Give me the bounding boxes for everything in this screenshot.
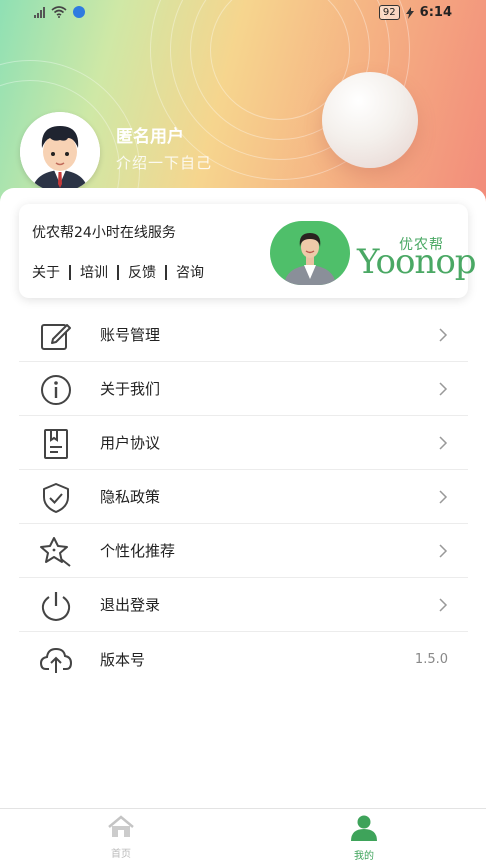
service-links: 关于 培训 反馈 咨询 <box>32 262 204 282</box>
service-card[interactable]: 优农帮24小时在线服务 关于 培训 反馈 咨询 优农帮 Yoonop <box>19 204 477 298</box>
menu-label: 退出登录 <box>100 596 161 614</box>
link-about[interactable]: 关于 <box>32 262 60 282</box>
status-icons <box>34 6 85 18</box>
version-value: 1.5.0 <box>414 651 448 667</box>
menu-item-personalized[interactable]: 个性化推荐 <box>19 524 468 578</box>
home-icon <box>108 815 134 837</box>
tab-label: 首页 <box>111 849 131 860</box>
user-name[interactable]: 匿名用户 <box>116 122 184 147</box>
battery-indicator: 92 <box>378 5 400 20</box>
menu-label: 个性化推荐 <box>100 542 176 560</box>
divider <box>69 264 71 280</box>
document-icon <box>44 429 68 459</box>
menu-item-version: 版本号 1.5.0 <box>19 632 468 686</box>
menu-label: 关于我们 <box>100 380 161 398</box>
divider <box>117 264 119 280</box>
charging-icon <box>405 6 414 19</box>
menu-label: 隐私政策 <box>100 488 161 506</box>
clock: 6:14 <box>419 5 452 20</box>
edit-icon <box>41 324 71 350</box>
signal-icon <box>34 6 45 18</box>
status-bar: 92 6:14 <box>0 0 486 28</box>
menu-item-about-us[interactable]: 关于我们 <box>19 362 468 416</box>
link-training[interactable]: 培训 <box>80 262 108 282</box>
link-consult[interactable]: 咨询 <box>176 262 204 282</box>
status-right: 92 6:14 <box>378 5 452 20</box>
chevron-right-icon <box>439 597 448 612</box>
user-intro[interactable]: 介绍一下自己 <box>116 152 212 173</box>
brand-logo: Yoonop <box>357 242 477 282</box>
user-avatar-icon <box>20 112 100 192</box>
chevron-right-icon <box>439 435 448 450</box>
cloud-upload-icon <box>39 647 73 673</box>
agent-icon <box>284 233 336 285</box>
bottom-tab-bar: 首页 我的 <box>0 808 486 864</box>
divider <box>165 264 167 280</box>
tab-home[interactable]: 首页 <box>81 815 161 860</box>
menu-item-logout[interactable]: 退出登录 <box>19 578 468 632</box>
tab-mine[interactable]: 我的 <box>324 815 404 862</box>
menu-label: 版本号 <box>100 650 146 669</box>
menu-label: 用户协议 <box>100 434 161 452</box>
info-icon <box>41 375 71 405</box>
shield-icon <box>43 483 69 513</box>
decor-sphere <box>322 72 418 168</box>
settings-menu: 账号管理 关于我们 用户协议 隐私政策 个性化推荐 退出登录 版本号 1.5.0 <box>19 308 468 686</box>
menu-label: 账号管理 <box>100 326 161 344</box>
menu-item-account[interactable]: 账号管理 <box>19 308 468 362</box>
chevron-right-icon <box>439 381 448 396</box>
chevron-right-icon <box>439 489 448 504</box>
chevron-right-icon <box>439 327 448 342</box>
chevron-right-icon <box>439 543 448 558</box>
star-icon <box>40 537 71 567</box>
person-icon <box>351 815 377 841</box>
avatar[interactable] <box>20 112 100 192</box>
tab-label: 我的 <box>354 851 374 862</box>
app-notification-icon <box>73 6 85 18</box>
menu-item-privacy[interactable]: 隐私政策 <box>19 470 468 524</box>
menu-item-user-agreement[interactable]: 用户协议 <box>19 416 468 470</box>
service-title: 优农帮24小时在线服务 <box>32 225 176 241</box>
power-icon <box>41 592 71 622</box>
service-agent-image <box>270 221 350 285</box>
wifi-icon <box>51 6 67 18</box>
link-feedback[interactable]: 反馈 <box>128 262 156 282</box>
